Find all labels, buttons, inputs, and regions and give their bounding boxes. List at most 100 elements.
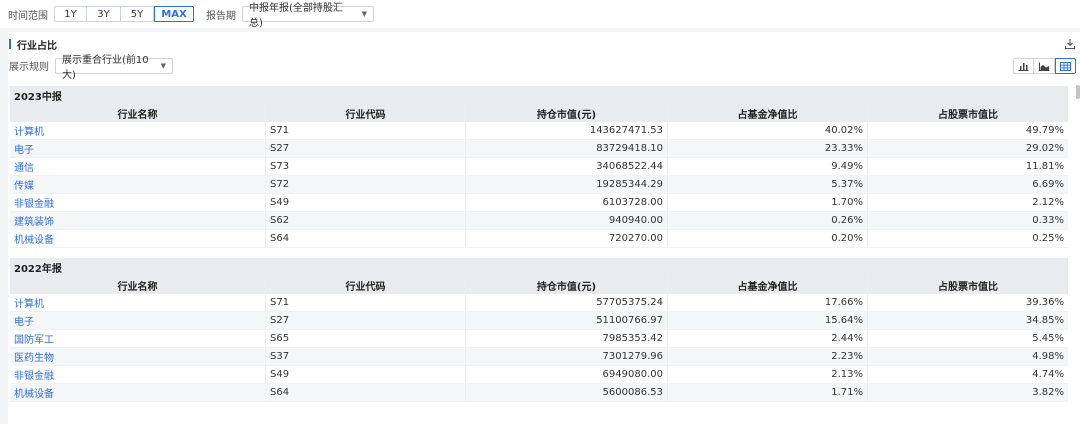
table-header: 行业名称 行业代码 持仓市值(元) 占基金净值比 占股票市值比 <box>10 276 1068 294</box>
filter-bar: 时间范围 1Y 3Y 5Y MAX 报告期 中报年报(全部持股汇总) ▼ <box>0 0 1080 29</box>
industry-code: S65 <box>266 330 466 347</box>
industry-code: S71 <box>266 294 466 311</box>
industry-code: S64 <box>266 230 466 247</box>
industry-name-link[interactable]: 建筑装饰 <box>10 212 266 229</box>
table-gap <box>10 248 1074 258</box>
industry-code: S37 <box>266 348 466 365</box>
industry-name-link[interactable]: 计算机 <box>10 122 266 139</box>
time-1y-button[interactable]: 1Y <box>54 6 87 22</box>
table-row: 机械设备 S64 5600086.53 1.71% 3.82% <box>10 384 1068 402</box>
display-rule-select[interactable]: 展示重合行业(前10大) ▼ <box>55 55 173 81</box>
stock-value-ratio: 49.79% <box>1025 125 1064 136</box>
industry-name-link[interactable]: 计算机 <box>10 294 266 311</box>
industry-code: S49 <box>266 366 466 383</box>
table-icon <box>1060 61 1071 71</box>
holding-market-value: 7301279.96 <box>466 348 668 365</box>
nav-ratio: 0.20% <box>668 230 868 247</box>
report-period-title: 2023中报 <box>10 86 1068 104</box>
report-period-title: 2022年报 <box>10 258 1068 276</box>
table-row: 通信 S73 34068522.44 9.49% 11.81% <box>10 158 1068 176</box>
view-table-button[interactable] <box>1055 58 1076 74</box>
report-period-select[interactable]: 中报年报(全部持股汇总) ▼ <box>242 3 374 29</box>
column-header[interactable]: 占基金净值比 <box>668 276 868 294</box>
holding-market-value: 51100766.97 <box>466 312 668 329</box>
report-period-label: 报告期 <box>206 10 236 22</box>
title-accent-bar <box>9 39 11 49</box>
holding-market-value: 7985353.42 <box>466 330 668 347</box>
holding-market-value: 57705375.24 <box>466 294 668 311</box>
industry-panel: 行业占比 展示规则 展示重合行业(前10大) ▼ 2023中报 行业名称 行业代… <box>8 32 1080 424</box>
industry-code: S27 <box>266 140 466 157</box>
industry-name-link[interactable]: 非银金融 <box>10 194 266 211</box>
nav-ratio: 0.26% <box>668 212 868 229</box>
industry-name-link[interactable]: 非银金融 <box>10 366 266 383</box>
stock-value-ratio: 4.74% <box>1032 369 1064 380</box>
stock-value-ratio: 5.45% <box>1032 333 1064 344</box>
holding-market-value: 5600086.53 <box>466 384 668 401</box>
column-header[interactable]: 占股票市值比 <box>868 276 1068 294</box>
table-row: 电子 S27 83729418.10 23.33% 29.02% <box>10 140 1068 158</box>
nav-ratio: 17.66% <box>668 294 868 311</box>
view-area-button[interactable] <box>1034 58 1055 74</box>
table-row: 传媒 S72 19285344.29 5.37% 6.69% <box>10 176 1068 194</box>
table-header: 行业名称 行业代码 持仓市值(元) 占基金净值比 占股票市值比 <box>10 104 1068 122</box>
industry-code: S49 <box>266 194 466 211</box>
stock-value-ratio: 0.25% <box>1032 233 1064 244</box>
column-header[interactable]: 行业名称 <box>10 104 266 122</box>
industry-name-link[interactable]: 通信 <box>10 158 266 175</box>
industry-name-link[interactable]: 传媒 <box>10 176 266 193</box>
industry-name-link[interactable]: 机械设备 <box>10 230 266 247</box>
column-header[interactable]: 占股票市值比 <box>868 104 1068 122</box>
column-header[interactable]: 行业代码 <box>266 276 466 294</box>
bar-chart-icon <box>1018 62 1029 71</box>
stock-value-ratio: 4.98% <box>1032 351 1064 362</box>
download-icon[interactable] <box>1064 38 1076 50</box>
nav-ratio: 40.02% <box>668 122 868 139</box>
stock-value-ratio: 2.12% <box>1032 197 1064 208</box>
stock-value-ratio: 39.36% <box>1025 297 1064 308</box>
table-row: 机械设备 S64 720270.00 0.20% 0.25% <box>10 230 1068 248</box>
nav-ratio: 2.13% <box>668 366 868 383</box>
stock-value-ratio: 34.85% <box>1025 315 1064 326</box>
display-rule-value: 展示重合行业(前10大) <box>62 54 149 81</box>
nav-ratio: 5.37% <box>668 176 868 193</box>
view-bar-button[interactable] <box>1013 58 1034 74</box>
holding-market-value: 83729418.10 <box>466 140 668 157</box>
section-header: 行业占比 <box>8 36 1080 52</box>
time-3y-button[interactable]: 3Y <box>87 6 121 22</box>
holding-market-value: 6103728.00 <box>466 194 668 211</box>
display-rule-row: 展示规则 展示重合行业(前10大) ▼ <box>8 55 173 81</box>
stock-value-ratio: 3.82% <box>1032 387 1064 398</box>
column-header[interactable]: 行业代码 <box>266 104 466 122</box>
industry-code: S64 <box>266 384 466 401</box>
table-row: 电子 S27 51100766.97 15.64% 34.85% <box>10 312 1068 330</box>
industry-name-link[interactable]: 电子 <box>10 140 266 157</box>
nav-ratio: 2.23% <box>668 348 868 365</box>
table-row: 建筑装饰 S62 940940.00 0.26% 0.33% <box>10 212 1068 230</box>
time-5y-button[interactable]: 5Y <box>121 6 154 22</box>
time-range-label: 时间范围 <box>8 10 48 22</box>
column-header[interactable]: 占基金净值比 <box>668 104 868 122</box>
time-max-button[interactable]: MAX <box>154 6 194 22</box>
industry-name-link[interactable]: 机械设备 <box>10 384 266 401</box>
column-header[interactable]: 行业名称 <box>10 276 266 294</box>
table-row: 国防军工 S65 7985353.42 2.44% 5.45% <box>10 330 1068 348</box>
industry-code: S72 <box>266 176 466 193</box>
scrollbar-thumb[interactable] <box>1076 85 1080 99</box>
column-header[interactable]: 持仓市值(元) <box>466 104 668 122</box>
industry-name-link[interactable]: 国防军工 <box>10 330 266 347</box>
industry-name-link[interactable]: 电子 <box>10 312 266 329</box>
stock-value-ratio: 29.02% <box>1025 143 1064 154</box>
table-row: 非银金融 S49 6103728.00 1.70% 2.12% <box>10 194 1068 212</box>
nav-ratio: 2.44% <box>668 330 868 347</box>
column-header[interactable]: 持仓市值(元) <box>466 276 668 294</box>
holding-market-value: 143627471.53 <box>466 122 668 139</box>
industry-name-link[interactable]: 医药生物 <box>10 348 266 365</box>
tables-scroll-area[interactable]: 2023中报 行业名称 行业代码 持仓市值(元) 占基金净值比 占股票市值比 计算机 S71 1… <box>10 86 1074 422</box>
industry-code: S73 <box>266 158 466 175</box>
report-table: 2023中报 行业名称 行业代码 持仓市值(元) 占基金净值比 占股票市值比 计算机 S71 1… <box>10 86 1068 248</box>
report-table: 2022年报 行业名称 行业代码 持仓市值(元) 占基金净值比 占股票市值比 计算机 S71 5… <box>10 258 1068 402</box>
view-toggle <box>1013 58 1076 74</box>
table-row: 计算机 S71 57705375.24 17.66% 39.36% <box>10 294 1068 312</box>
stock-value-ratio: 11.81% <box>1025 161 1064 172</box>
